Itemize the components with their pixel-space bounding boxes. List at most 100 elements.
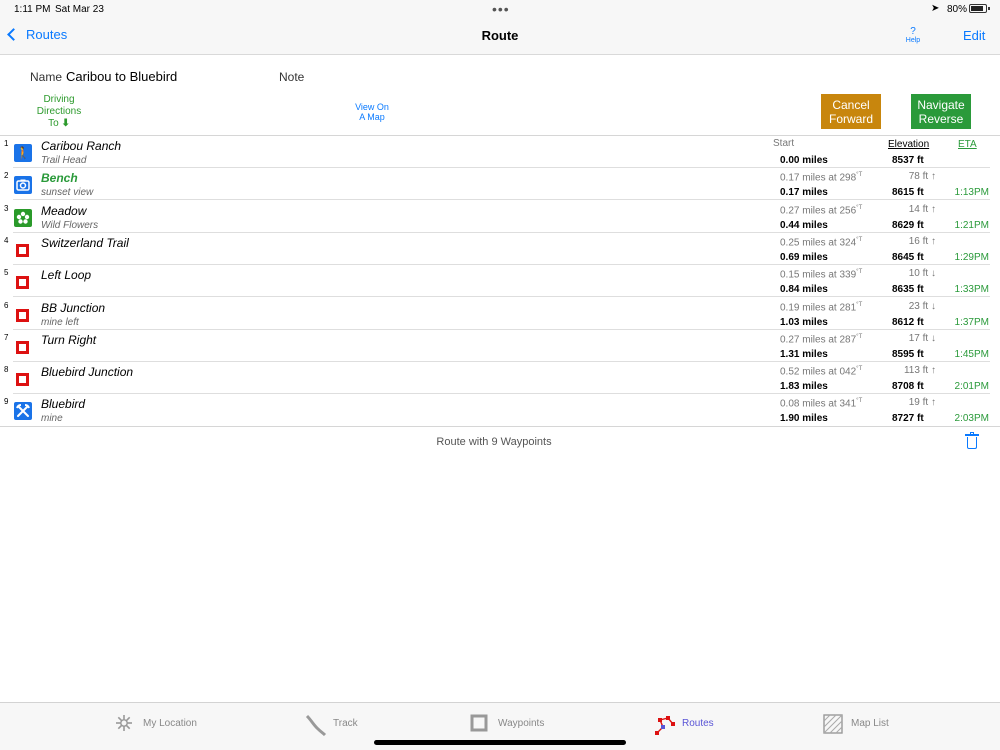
waypoint-square-icon [14, 240, 32, 259]
bearing-unit: °T [856, 301, 863, 308]
waypoint-row[interactable]: 9 Bluebird mine 0.08 miles at 341°T 1.90 mil… [0, 394, 1000, 426]
cumulative-distance: 1.31 miles [780, 348, 828, 360]
waypoint-title: Bluebird [41, 397, 86, 412]
bearing-unit: °T [856, 236, 863, 243]
view-map-line-2: A Map [359, 112, 385, 122]
help-label: Help [905, 37, 921, 44]
waypoint-title: Caribou Ranch [41, 139, 122, 153]
cumulative-distance: 1.90 miles [780, 413, 828, 425]
waypoint-number: 7 [4, 332, 9, 342]
eta-value: 2:03PM [954, 413, 989, 425]
leg-distance-bearing: 0.27 miles at 287°T [780, 334, 862, 345]
arrow-down-icon: ⬇ [61, 118, 70, 129]
waypoint-number: 5 [4, 268, 9, 278]
waypoint-square-icon [14, 305, 32, 324]
driving-line-3: To [48, 118, 59, 129]
navigate-reverse-button[interactable]: Navigate Reverse [911, 94, 971, 129]
elevation-value: 8708 ft [892, 381, 924, 393]
leg-distance-bearing: 0.17 miles at 298°T [780, 172, 862, 183]
trash-icon[interactable] [965, 432, 979, 450]
route-icon [654, 714, 675, 735]
tab-track[interactable]: Track [305, 711, 358, 737]
cumulative-distance: 0.84 miles [780, 284, 828, 296]
view-map-line-1: View On [355, 102, 389, 112]
cumulative-distance: 0.00 miles [780, 155, 828, 166]
battery-percent: 80% [947, 4, 968, 15]
edit-button[interactable]: Edit [963, 28, 985, 43]
route-summary: Route with 9 Waypoints [436, 436, 552, 448]
tab-label: Routes [682, 717, 714, 729]
driving-line-2: Directions [36, 106, 82, 117]
leg-distance-bearing: 0.19 miles at 281°T [780, 302, 862, 313]
waypoint-number: 4 [4, 235, 9, 245]
waypoint-row[interactable]: 7 Turn Right 0.27 miles at 287°T 1.31 miles… [0, 330, 1000, 362]
page-title: Route [481, 28, 519, 43]
waypoint-row[interactable]: 3 Meadow Wild Flowers 0.27 miles at 256°T 0.… [0, 201, 1000, 233]
eta-value: 1:37PM [954, 316, 989, 328]
track-icon [305, 714, 327, 737]
waypoint-subtitle: sunset view [41, 187, 94, 199]
leg-text: 0.25 miles at 324 [780, 237, 857, 249]
waypoint-title: BB Junction [41, 300, 106, 315]
leg-distance-bearing: 0.08 miles at 341°T [780, 398, 862, 409]
waypoint-row[interactable]: 4 Switzerland Trail 0.25 miles at 324°T 0.6… [0, 233, 1000, 265]
tab-waypoints[interactable]: Waypoints [470, 711, 544, 735]
waypoint-subtitle: Wild Flowers [41, 219, 99, 231]
waypoint-number: 3 [4, 203, 9, 213]
leg-text: 0.17 miles at 298 [780, 172, 857, 184]
cancel-line-1: Cancel [832, 98, 870, 112]
waypoint-square-icon [14, 370, 32, 389]
leg-distance-bearing: 0.27 miles at 256°T [780, 205, 862, 216]
cumulative-distance: 0.44 miles [780, 219, 828, 231]
waypoint-row[interactable]: 8 Bluebird Junction 0.52 miles at 042°T 1.8… [0, 362, 1000, 395]
leg-text: 0.19 miles at 281 [780, 301, 857, 313]
help-button[interactable]: ? Help [901, 27, 925, 45]
eta-value: 1:21PM [954, 219, 989, 231]
flower-icon [14, 208, 32, 227]
waypoint-row[interactable]: 1 🚶 Caribou Ranch Trail Head 0.00 miles 8537 … [0, 136, 1000, 168]
waypoint-number: 8 [4, 365, 9, 375]
status-date: Sat Mar 23 [55, 4, 104, 15]
leg-distance-bearing: 0.15 miles at 339°T [780, 269, 862, 280]
navigate-line-2: Reverse [918, 112, 964, 126]
leg-text: 0.27 miles at 287 [780, 334, 857, 346]
mine-icon [14, 402, 32, 421]
view-on-map-button[interactable]: View On A Map [344, 102, 400, 122]
home-indicator[interactable] [374, 740, 626, 745]
bearing-unit: °T [856, 398, 863, 405]
help-icon: ? [910, 26, 916, 37]
waypoint-row[interactable]: 2 Bench sunset view 0.17 miles at 298°T 0.17… [0, 168, 1000, 201]
waypoint-row[interactable]: 5 Left Loop 0.15 miles at 339°T 0.84 miles 1… [0, 265, 1000, 298]
bearing-unit: °T [856, 204, 863, 211]
multitask-dots-icon[interactable]: ••• [492, 1, 510, 17]
list-divider [0, 426, 1000, 427]
elevation-value: 8727 ft [892, 413, 924, 425]
bearing-unit: °T [856, 333, 863, 340]
note-field[interactable]: Note [279, 70, 304, 84]
waypoint-square-icon [14, 337, 32, 356]
location-arrow-icon: ➤ [931, 3, 940, 14]
tab-routes[interactable]: Routes [654, 711, 714, 735]
tab-map-list[interactable]: Map List [823, 711, 889, 735]
route-name-field[interactable]: Caribou to Bluebird [66, 69, 177, 84]
leg-distance-bearing: 0.52 miles at 042°T [780, 366, 862, 377]
tab-label: Waypoints [498, 717, 545, 729]
waypoint-row[interactable]: 6 BB Junction mine left 0.19 miles at 281°T… [0, 298, 1000, 330]
waypoint-title: Turn Right [41, 332, 97, 347]
cancel-line-2: Forward [828, 112, 873, 126]
waypoint-number: 6 [4, 300, 9, 310]
elevation-value: 8645 ft [892, 251, 924, 263]
waypoint-square-icon [14, 273, 32, 292]
status-bar: 1:11 PM Sat Mar 23 ••• ➤ 80% [0, 0, 1000, 18]
tab-my-location[interactable]: My Location [115, 711, 197, 735]
bearing-unit: °T [856, 366, 863, 373]
cumulative-distance: 1.03 miles [780, 316, 828, 328]
cancel-forward-button[interactable]: Cancel Forward [821, 94, 881, 129]
waypoint-icon [470, 714, 488, 732]
elevation-change: 17 ft ↓ [908, 332, 936, 344]
driving-directions-button[interactable]: Driving Directions To ⬇ [30, 94, 88, 130]
elevation-change: 113 ft ↑ [903, 365, 936, 377]
waypoint-subtitle: mine left [41, 316, 79, 328]
elevation-change: 16 ft ↑ [908, 235, 936, 247]
bearing-unit: °T [856, 172, 863, 179]
